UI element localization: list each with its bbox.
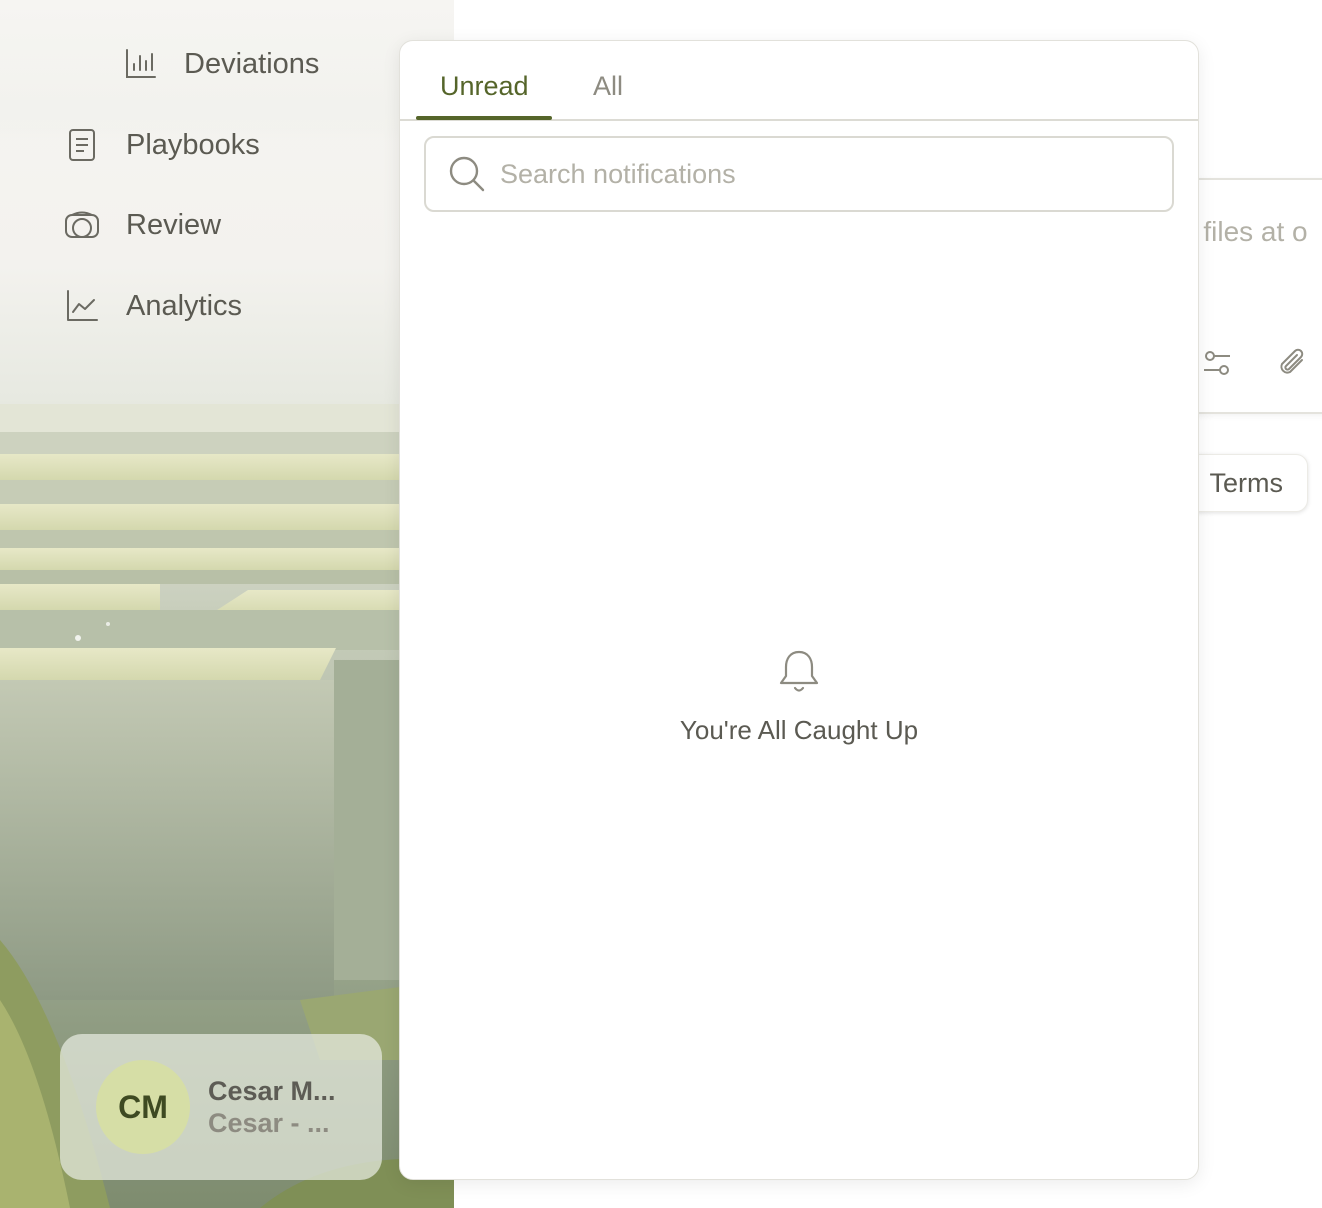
empty-state-title: You're All Caught Up xyxy=(679,715,919,745)
review-icon xyxy=(64,207,100,243)
search-icon xyxy=(449,156,485,192)
notification-tabs: Unread All xyxy=(400,41,1198,121)
line-chart-icon xyxy=(64,288,100,324)
search-input[interactable] xyxy=(498,157,1142,191)
bar-chart-icon xyxy=(122,46,158,82)
sidebar-item-deviations[interactable]: Deviations xyxy=(122,40,319,88)
bell-icon xyxy=(779,650,819,692)
paperclip-icon[interactable] xyxy=(1276,346,1310,380)
profile-name: Cesar M... xyxy=(208,1076,336,1106)
sidebar-item-label: Deviations xyxy=(184,47,320,80)
empty-state: You're All Caught Up xyxy=(400,649,1198,746)
sidebar-item-analytics[interactable]: Analytics xyxy=(64,282,242,330)
sidebar-item-review[interactable]: Review xyxy=(64,201,221,249)
sidebar-item-label: Playbooks xyxy=(126,128,260,161)
terms-chip-label: Terms xyxy=(1209,467,1284,498)
user-profile-card[interactable]: CM Cesar M... Cesar - ... xyxy=(60,1034,382,1180)
sidebar-item-label: Analytics xyxy=(126,289,243,322)
compose-input-placeholder[interactable]: e files at o xyxy=(1180,216,1308,248)
profile-text: Cesar M... Cesar - ... xyxy=(208,1075,336,1139)
landscape-illustration xyxy=(0,0,454,1208)
tab-all[interactable]: All xyxy=(593,71,623,102)
active-tab-indicator xyxy=(416,116,552,120)
profile-subtitle: Cesar - ... xyxy=(208,1108,330,1138)
sidebar-item-playbooks[interactable]: Playbooks xyxy=(64,121,260,169)
tab-unread[interactable]: Unread xyxy=(440,71,529,102)
document-icon xyxy=(64,127,100,163)
sidebar: Deviations Playbooks Review Analytics CM… xyxy=(0,0,454,1208)
avatar: CM xyxy=(96,1060,190,1154)
notifications-panel: Unread All You're All Caught Up xyxy=(399,40,1199,1180)
search-box[interactable] xyxy=(424,136,1174,212)
app-root: Deviations Playbooks Review Analytics CM… xyxy=(0,0,1322,1208)
sidebar-item-label: Review xyxy=(126,208,222,241)
settings-sliders-icon[interactable] xyxy=(1200,346,1234,380)
